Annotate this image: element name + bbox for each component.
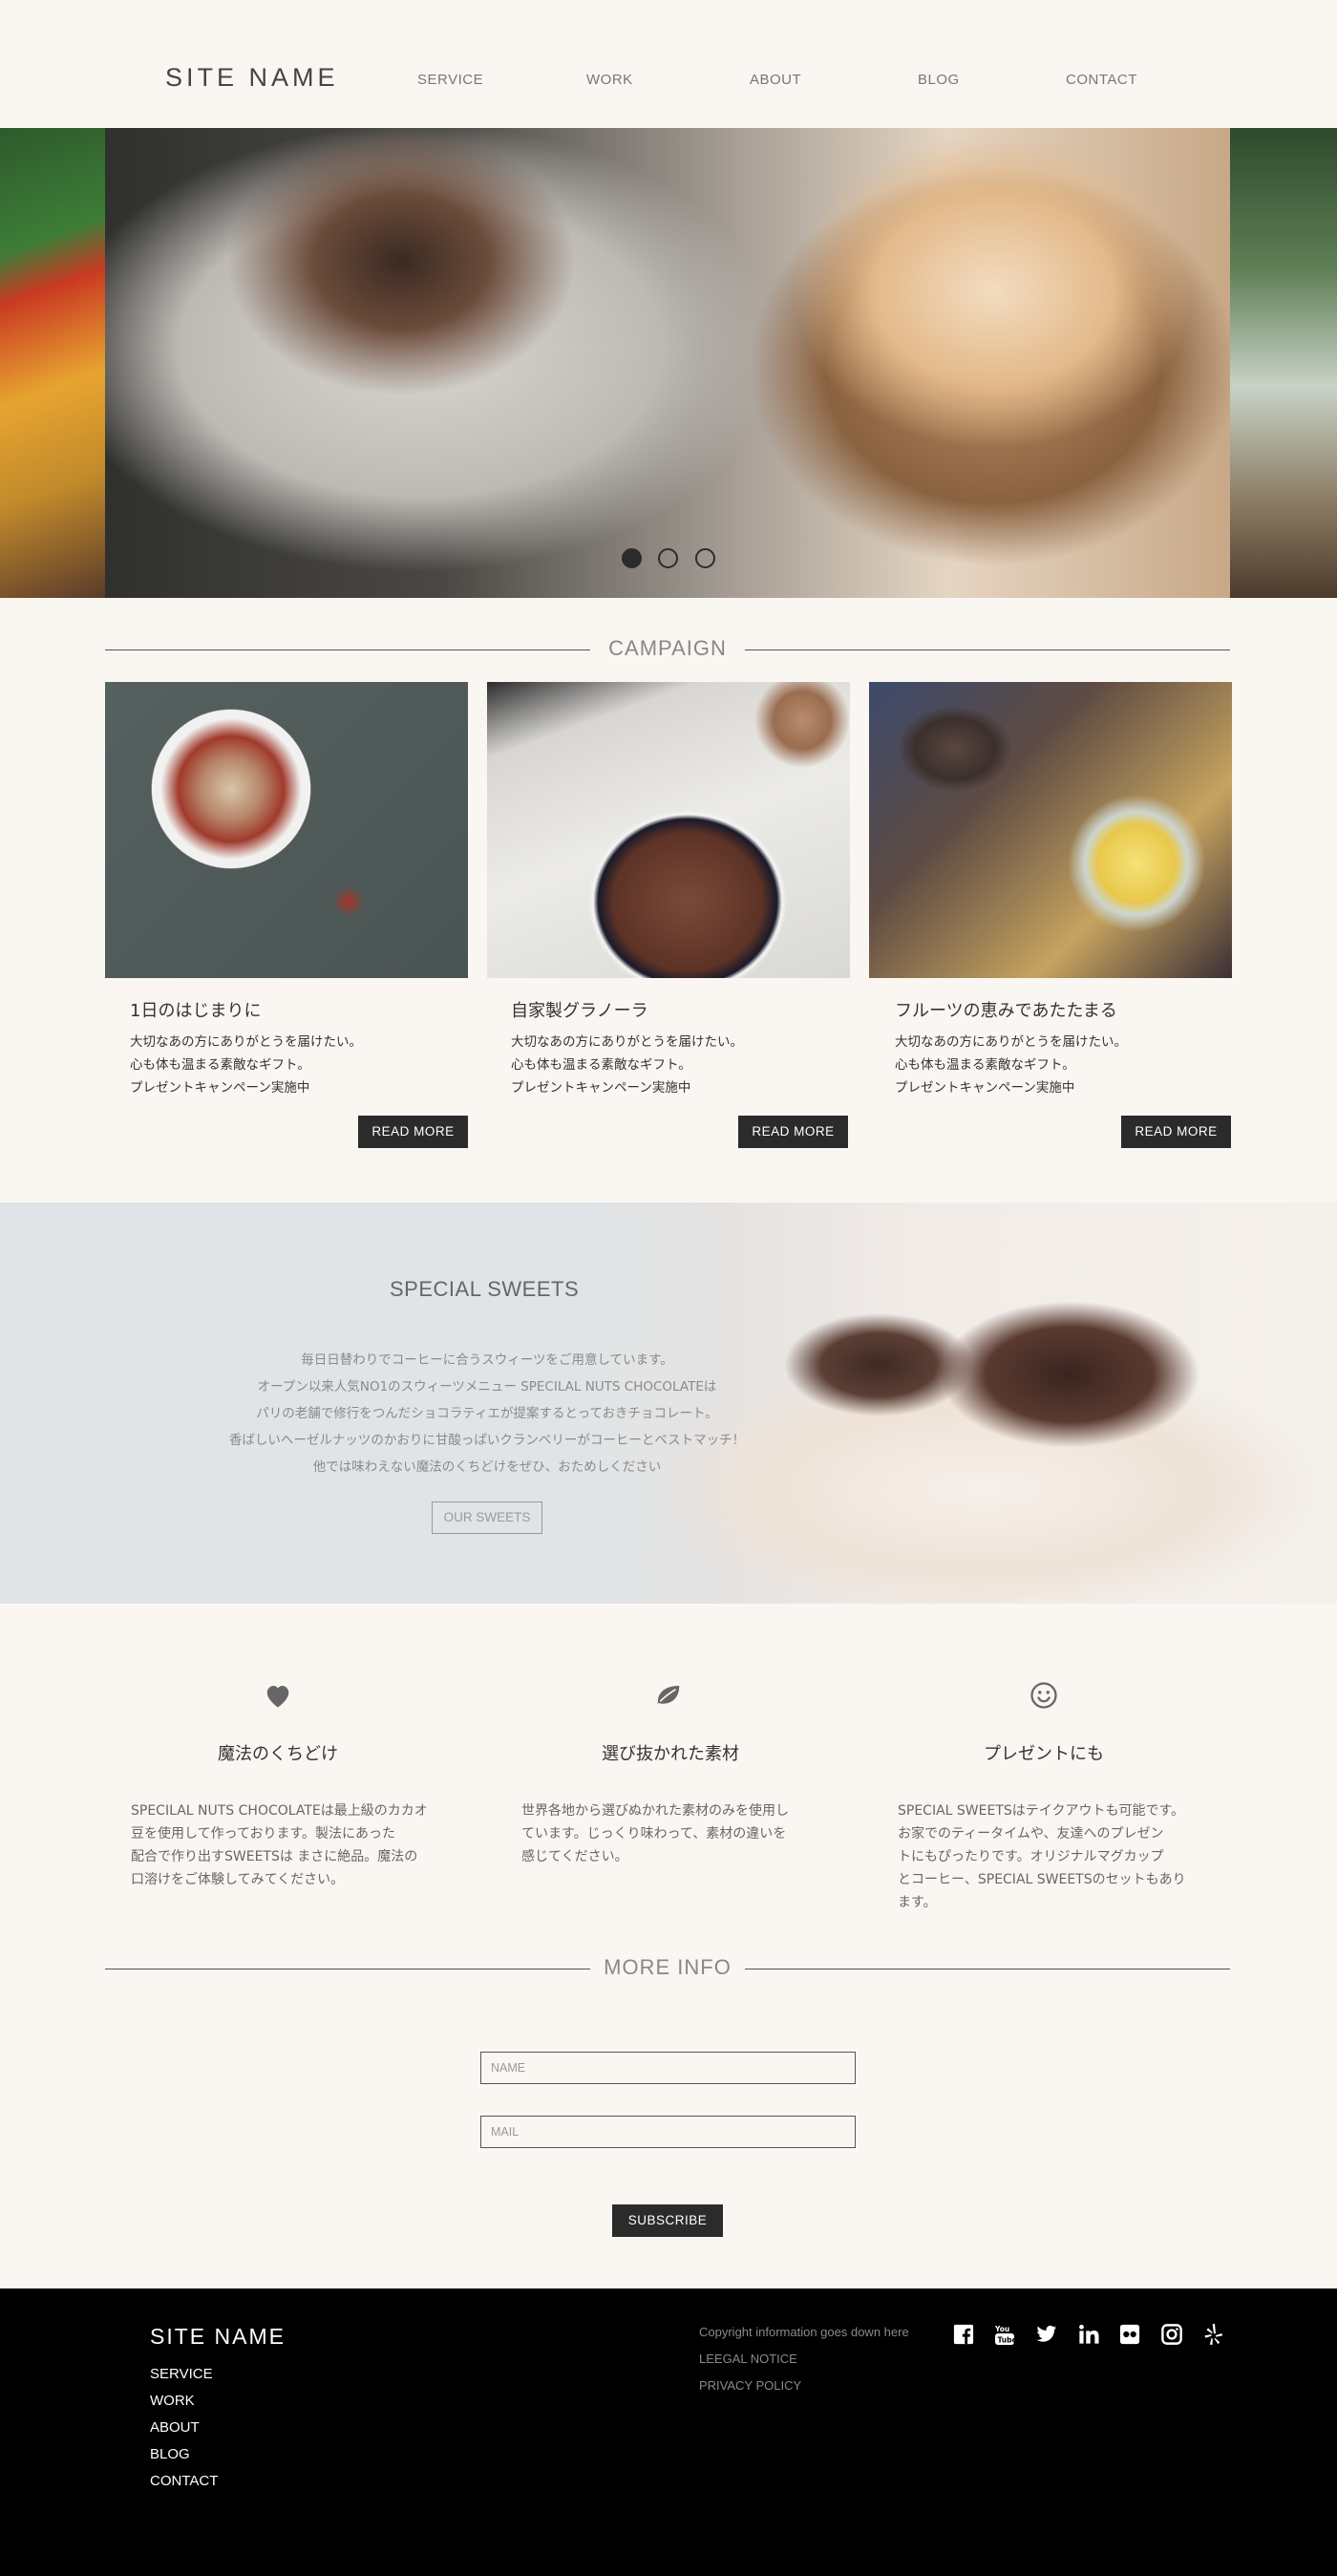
read-more-button[interactable]: READ MORE — [358, 1116, 468, 1148]
copyright-text: Copyright information goes down here — [699, 2325, 909, 2339]
divider-line — [105, 649, 590, 650]
feature-text: SPECIAL SWEETSはテイクアウトも可能です。 お家でのティータイムや、… — [898, 1803, 1186, 1910]
slider-dots — [622, 548, 717, 571]
footer-link-blog[interactable]: BLOG — [150, 2446, 190, 2462]
hero-prev-slide-image[interactable] — [0, 128, 105, 598]
svg-text:Tube: Tube — [998, 2336, 1016, 2345]
svg-text:You: You — [994, 2325, 1009, 2333]
site-header: SITE NAME SERVICE WORK ABOUT BLOG CONTAC… — [0, 0, 1337, 128]
divider-line — [745, 649, 1230, 650]
campaign-heading: CAMPAIGN — [608, 636, 727, 660]
read-more-button[interactable]: READ MORE — [738, 1116, 848, 1148]
nav-item-about[interactable]: ABOUT — [750, 72, 801, 88]
footer-link-contact[interactable]: CONTACT — [150, 2473, 218, 2489]
slider-dot-2[interactable] — [658, 548, 678, 568]
more-info-heading: MORE INFO — [604, 1955, 732, 1979]
name-field[interactable]: NAME — [480, 2052, 856, 2084]
card-image-granola[interactable] — [487, 682, 850, 978]
instagram-icon[interactable] — [1160, 2323, 1183, 2346]
footer-link-service[interactable]: SERVICE — [150, 2366, 213, 2382]
feature-title: 魔法のくちどけ — [218, 1744, 338, 1764]
sweets-heading: SPECIAL SWEETS — [390, 1277, 580, 1301]
footer-link-work[interactable]: WORK — [150, 2393, 195, 2409]
slider-dot-3[interactable] — [695, 548, 715, 568]
card-text: 大切なあの方にありがとうを届けたい。 心も体も温まる素敵なギフト。 プレゼントキ… — [895, 1034, 1127, 1096]
hero-next-slide-image[interactable] — [1230, 128, 1337, 598]
leaf-icon — [654, 1681, 683, 1710]
card-title: 1日のはじまりに — [130, 1001, 262, 1021]
flickr-icon[interactable] — [1118, 2323, 1141, 2346]
facebook-icon[interactable] — [952, 2323, 975, 2346]
feature-title: プレゼントにも — [984, 1744, 1104, 1764]
twitter-icon[interactable] — [1035, 2323, 1058, 2346]
site-name[interactable]: SITE NAME — [165, 63, 339, 93]
card-title: フルーツの恵みであたたまる — [895, 1001, 1117, 1021]
footer-link-about[interactable]: ABOUT — [150, 2419, 200, 2436]
slider-dot-1[interactable] — [622, 548, 642, 568]
smiley-icon — [1029, 1681, 1058, 1710]
card-image-lemon-honey[interactable] — [869, 682, 1232, 978]
card-title: 自家製グラノーラ — [511, 1001, 648, 1021]
feature-title: 選び抜かれた素材 — [602, 1744, 739, 1764]
nav-item-blog[interactable]: BLOG — [918, 72, 960, 88]
yelp-icon[interactable] — [1202, 2323, 1225, 2346]
our-sweets-button[interactable]: OUR SWEETS — [432, 1501, 542, 1534]
hero-slider[interactable] — [0, 128, 1337, 598]
nav-item-work[interactable]: WORK — [586, 72, 633, 88]
feature-text: 世界各地から選びぬかれた素材のみを使用し ています。じっくり味わって、素材の違い… — [521, 1803, 789, 1864]
privacy-policy-link[interactable]: PRIVACY POLICY — [699, 2378, 801, 2393]
hero-slide-image — [105, 128, 1230, 598]
legal-notice-link[interactable]: LEEGAL NOTICE — [699, 2352, 797, 2366]
subscribe-button[interactable]: SUBSCRIBE — [612, 2204, 723, 2237]
linkedin-icon[interactable] — [1077, 2323, 1100, 2346]
nav-item-contact[interactable]: CONTACT — [1066, 72, 1137, 88]
nav-item-service[interactable]: SERVICE — [417, 72, 483, 88]
heart-icon — [264, 1681, 292, 1710]
mail-field[interactable]: MAIL — [480, 2116, 856, 2148]
read-more-button[interactable]: READ MORE — [1121, 1116, 1231, 1148]
youtube-icon[interactable]: You Tube — [993, 2323, 1016, 2346]
card-text: 大切なあの方にありがとうを届けたい。 心も体も温まる素敵なギフト。 プレゼントキ… — [130, 1034, 362, 1096]
feature-text: SPECILAL NUTS CHOCOLATEは最上級のカカオ 豆を使用して作っ… — [131, 1803, 428, 1887]
footer-site-name[interactable]: SITE NAME — [150, 2324, 286, 2350]
sweets-description: 毎日日替わりでコーヒーに合うスウィーツをご用意しています。 オープン以来人気NO… — [228, 1352, 746, 1475]
card-text: 大切なあの方にありがとうを届けたい。 心も体も温まる素敵なギフト。 プレゼントキ… — [511, 1034, 743, 1096]
card-image-acai-bowl[interactable] — [105, 682, 468, 978]
